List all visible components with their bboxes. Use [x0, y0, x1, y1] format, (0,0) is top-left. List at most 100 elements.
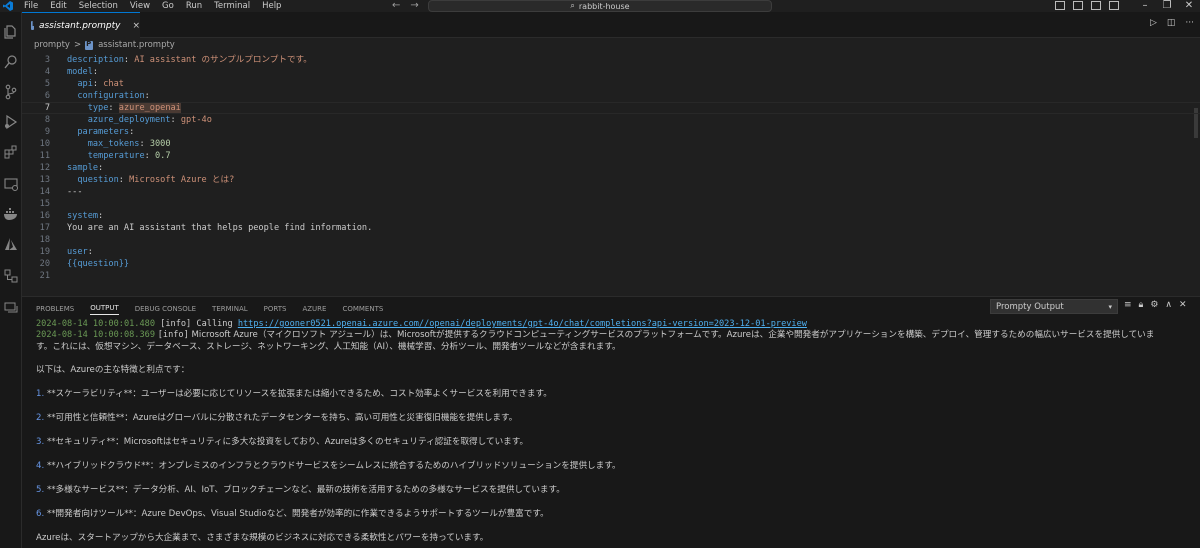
close-window-icon[interactable]: ✕: [1178, 0, 1200, 12]
menu-help[interactable]: Help: [256, 0, 287, 12]
search-icon: ⌕: [570, 1, 575, 10]
breadcrumb-separator: >: [73, 40, 82, 50]
code-text: parameters:: [77, 127, 135, 137]
menu-go[interactable]: Go: [156, 0, 180, 12]
code-line: 11 temperature: 0.7: [22, 150, 1200, 162]
command-center-search[interactable]: ⌕ rabbit-house: [428, 0, 772, 12]
chevron-down-icon: ▾: [1108, 302, 1112, 311]
prompty-file-icon: [85, 40, 94, 50]
code-line: 14 ---: [22, 186, 1200, 198]
list-item: 3. **セキュリティ**：Microsoftはセキュリティに多大な投資をしてお…: [36, 437, 529, 447]
output-channel-select[interactable]: Prompty Output ▾: [990, 299, 1118, 314]
menu-selection[interactable]: Selection: [73, 0, 124, 12]
nav-arrows: ← →: [392, 0, 419, 12]
code-text: sample:: [67, 163, 104, 173]
customize-layout-icon[interactable]: [1109, 1, 1119, 10]
code-text: temperature: 0.7: [87, 151, 171, 161]
clear-output-icon[interactable]: ≡: [1124, 300, 1132, 310]
list-item: 5. **多様なサービス**：データ分析、AI、IoT、ブロックチェーンなど、最…: [36, 485, 565, 495]
log-timestamp: 2024-08-14 10:00:08.369: [36, 330, 155, 340]
code-text: {{question}}: [67, 259, 130, 269]
toggle-sidebar-icon[interactable]: [1055, 1, 1065, 10]
more-actions-icon[interactable]: ···: [1185, 18, 1194, 28]
breadcrumb-file[interactable]: assistant.prompty: [98, 40, 175, 50]
line-number: 18: [39, 235, 50, 245]
tab-problems[interactable]: PROBLEMS: [36, 305, 74, 313]
code-editor[interactable]: 3 description: AI assistant のサンプルプロンプトです。…: [22, 52, 1200, 296]
list-item: 2. **可用性と信頼性**：Azureはグローバルに分散されたデータセンターを…: [36, 413, 518, 423]
line-number: 6: [44, 91, 50, 101]
tab-ports[interactable]: PORTS: [264, 305, 287, 313]
line-number: 16: [39, 211, 50, 221]
output-channel-value: Prompty Output: [996, 301, 1064, 312]
minimize-icon[interactable]: –: [1134, 0, 1156, 12]
bottom-panel: PROBLEMS OUTPUT DEBUG CONSOLE TERMINAL P…: [22, 296, 1200, 548]
lock-scroll-icon[interactable]: 🔒︎: [1139, 300, 1144, 310]
code-text: You are an AI assistant that helps peopl…: [67, 223, 373, 233]
menu-file[interactable]: File: [18, 0, 44, 12]
code-text: api: chat: [77, 79, 124, 89]
line-number: 3: [44, 55, 50, 65]
code-line: 16 system:: [22, 210, 1200, 222]
restore-icon[interactable]: ❐: [1156, 0, 1178, 12]
tab-label: assistant.prompty: [38, 20, 121, 31]
code-line: 7 type: azure_openai: [22, 102, 1200, 114]
tab-comments[interactable]: COMMENTS: [342, 305, 383, 313]
menu-terminal[interactable]: Terminal: [208, 0, 256, 12]
tab-assistant-prompty[interactable]: assistant.prompty ×: [22, 12, 140, 38]
menu-run[interactable]: Run: [180, 0, 208, 12]
tab-output[interactable]: OUTPUT: [90, 304, 119, 315]
log-text: Calling: [196, 319, 233, 329]
azure-icon[interactable]: [3, 236, 19, 252]
tab-debug-console[interactable]: DEBUG CONSOLE: [135, 305, 196, 313]
remote-explorer-icon[interactable]: [3, 176, 19, 192]
search-view-icon[interactable]: [3, 54, 19, 70]
toggle-panel-icon[interactable]: [1073, 1, 1083, 10]
tab-terminal[interactable]: TERMINAL: [212, 305, 248, 313]
editor-tabs: assistant.prompty × ▷ ◫ ···: [22, 12, 1200, 38]
line-number: 15: [39, 199, 50, 209]
menu-edit[interactable]: Edit: [44, 0, 72, 12]
extensions-icon[interactable]: [3, 144, 19, 160]
output-outro: Azureは、スタートアップから大企業まで、さまざまな規模のビジネスに対応できる…: [36, 533, 489, 543]
code-text: description: AI assistant のサンプルプロンプトです。: [67, 55, 312, 65]
close-panel-icon[interactable]: ✕: [1179, 300, 1187, 310]
code-line: 12 sample:: [22, 162, 1200, 174]
code-line: 18: [22, 234, 1200, 246]
run-prompt-icon[interactable]: ▷: [1150, 18, 1157, 28]
prompty-file-icon: [31, 20, 37, 30]
panel-tabs: PROBLEMS OUTPUT DEBUG CONSOLE TERMINAL P…: [36, 301, 383, 317]
code-line: 5 api: chat: [22, 78, 1200, 90]
split-editor-icon[interactable]: ◫: [1167, 18, 1176, 28]
line-number: 21: [39, 271, 50, 281]
log-line-1: 2024-08-14 10:00:01.480 [info] Calling h…: [36, 319, 807, 330]
explorer-icon[interactable]: [3, 24, 19, 40]
docker-icon[interactable]: [3, 206, 19, 222]
menu-view[interactable]: View: [124, 0, 156, 12]
back-arrow-icon[interactable]: ←: [392, 0, 400, 12]
line-number: 12: [39, 163, 50, 173]
breadcrumb-folder[interactable]: prompty: [34, 40, 70, 50]
code-text: configuration:: [77, 91, 150, 101]
menu-bar: File Edit Selection View Go Run Terminal…: [18, 0, 287, 12]
project-manager-icon[interactable]: [3, 268, 19, 284]
code-text: system:: [67, 211, 104, 221]
close-tab-icon[interactable]: ×: [132, 21, 140, 31]
run-debug-icon[interactable]: [3, 114, 19, 130]
code-line: 10 max_tokens: 3000: [22, 138, 1200, 150]
settings-gear-icon[interactable]: ⚙: [1150, 300, 1158, 310]
forward-arrow-icon[interactable]: →: [410, 0, 418, 12]
line-number: 4: [44, 67, 50, 77]
code-line: 6 configuration:: [22, 90, 1200, 102]
log-url-link[interactable]: https://gooner0521.openai.azure.com//ope…: [238, 319, 807, 329]
toggle-secondary-sidebar-icon[interactable]: [1091, 1, 1101, 10]
source-control-icon[interactable]: [3, 84, 19, 100]
maximize-panel-icon[interactable]: ∧: [1165, 300, 1172, 310]
chat-icon[interactable]: [3, 300, 19, 316]
tab-azure[interactable]: AZURE: [302, 305, 326, 313]
line-number: 14: [39, 187, 50, 197]
log-level: [info]: [160, 319, 192, 329]
editor-actions: ▷ ◫ ···: [1150, 18, 1194, 28]
code-text: ---: [67, 187, 83, 197]
line-number: 19: [39, 247, 50, 257]
